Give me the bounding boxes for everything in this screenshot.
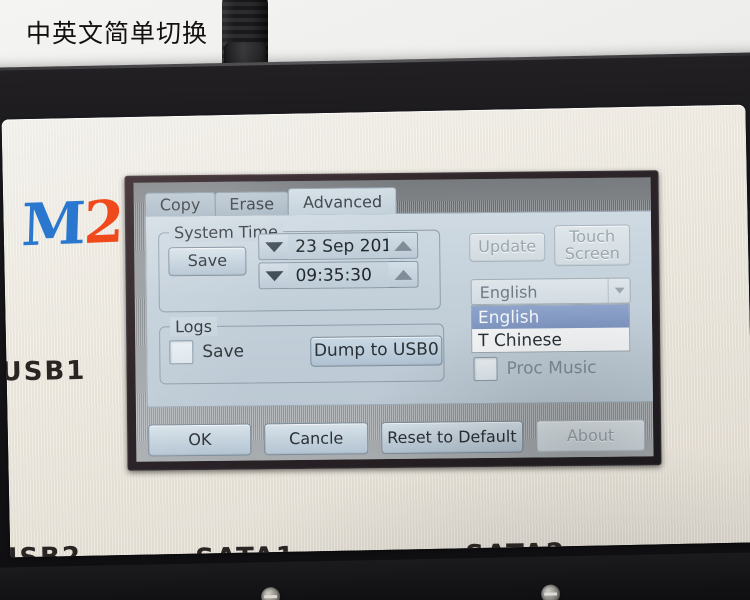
dump-to-usb0-button[interactable]: Dump to USB0 [310,335,443,367]
tab-copy[interactable]: Copy [144,191,216,217]
logs-save-checkbox-label: Save [202,341,245,362]
time-increment-button[interactable] [388,260,419,289]
logs-save-checkbox-row[interactable]: Save [169,340,244,365]
date-value-field[interactable]: 23 Sep 201 [288,232,389,261]
chassis-bottom-band [0,552,750,600]
tab-advanced[interactable]: Advanced [287,186,398,216]
about-button[interactable]: About [535,419,646,453]
language-dropdown-list[interactable]: English T Chinese [470,303,631,354]
time-spinner[interactable]: 09:35:30 [258,260,419,290]
date-increment-button[interactable] [388,231,419,260]
port-label-usb2: USB2 [1,542,82,557]
advanced-settings-dialog: Copy Erase Advanced System Time Save 23 … [144,184,654,461]
touch-screen-label-line2: Screen [564,243,620,263]
triangle-up-icon [393,269,413,280]
port-label-sata2: SATA2 [465,538,567,558]
language-combobox-value: English [479,281,538,302]
logs-save-checkbox[interactable] [169,340,194,365]
reset-to-default-button[interactable]: Reset to Default [380,420,524,455]
triangle-down-icon [264,241,283,252]
logs-legend: Logs [169,316,218,337]
tab-erase[interactable]: Erase [214,191,290,216]
lcd-screen-bezel: Copy Erase Advanced System Time Save 23 … [124,170,662,471]
ok-button[interactable]: OK [148,423,252,457]
time-value-field[interactable]: 09:35:30 [288,261,389,290]
triangle-up-icon [393,240,412,251]
triangle-down-icon [264,270,284,281]
update-button[interactable]: Update [469,232,546,263]
language-option-t-chinese[interactable]: T Chinese [472,328,629,353]
touch-screen-button[interactable]: Touch Screen [554,224,631,267]
language-combobox-arrow[interactable] [607,278,630,303]
photograph-of-duplicator-device: 中英文简单切换 M22 USB1 USB2 SATA1 SATA2 Copy [0,0,750,600]
proc-music-checkbox-label: Proc Music [506,357,597,379]
save-system-time-button[interactable]: Save [168,246,247,277]
proc-music-checkbox-row[interactable]: Proc Music [473,356,597,382]
lcd-screen[interactable]: Copy Erase Advanced System Time Save 23 … [133,177,654,462]
cancel-button[interactable]: Cancle [264,422,369,456]
proc-music-checkbox[interactable] [473,356,498,382]
language-option-english[interactable]: English [471,304,630,330]
date-decrement-button[interactable] [258,233,289,261]
port-label-usb1: USB1 [1,355,87,388]
tab-bar: Copy Erase Advanced [144,186,398,217]
language-combobox[interactable]: English [470,277,631,306]
chassis-screw-right [540,584,561,600]
logo-letter-m: M [20,188,85,260]
annotation-caption: 中英文简单切换 [26,19,209,48]
date-spinner[interactable]: 23 Sep 201 [258,231,419,261]
chevron-down-icon [614,287,625,294]
dialog-action-bar: OK Cancle Reset to Default About [148,415,653,460]
port-label-sata1: SATA1 [195,542,296,558]
time-decrement-button[interactable] [258,262,289,290]
advanced-tab-page: System Time Save 23 Sep 201 09:35:30 Log… [144,210,654,408]
